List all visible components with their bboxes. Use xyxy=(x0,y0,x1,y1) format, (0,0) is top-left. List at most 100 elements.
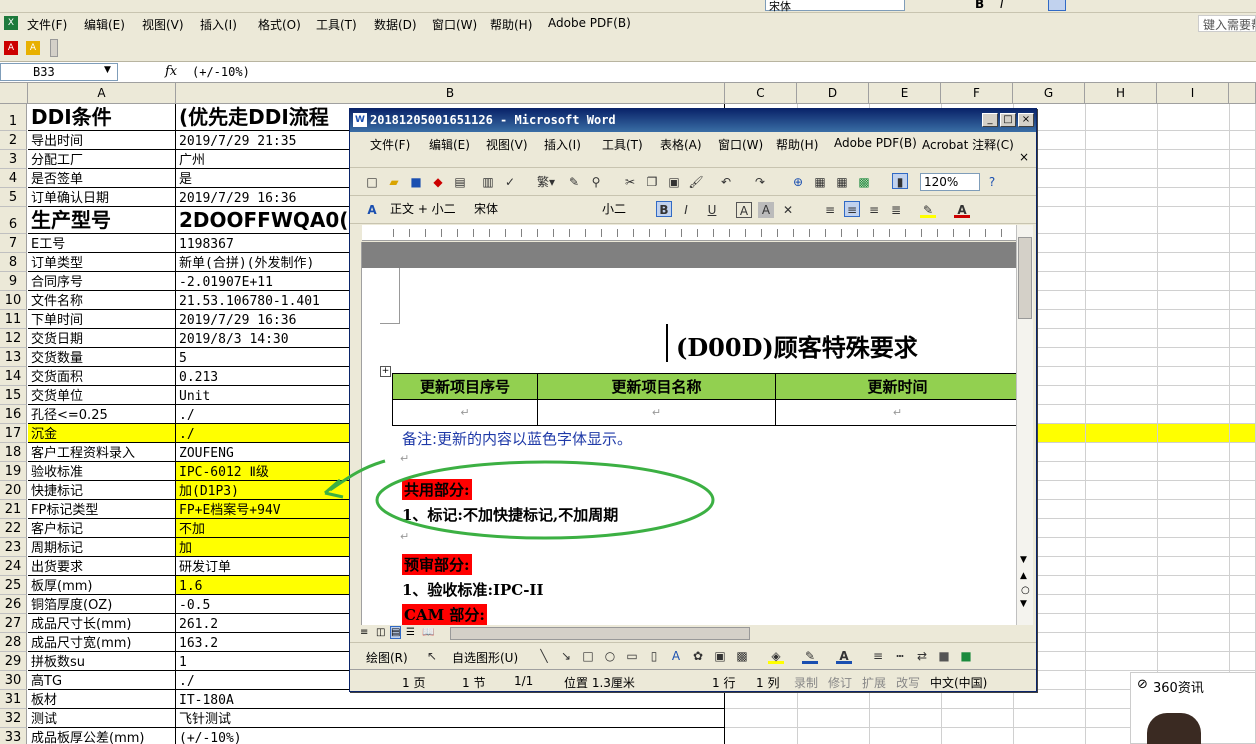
news-widget[interactable]: ⊘ 360资讯 xyxy=(1130,672,1256,744)
cell-a[interactable]: 导出时间 xyxy=(28,131,176,150)
vertical-scrollbar[interactable]: ▼ ▲ ○ ▼ xyxy=(1016,225,1033,625)
italic-icon[interactable]: I xyxy=(678,202,694,218)
status-overtype[interactable]: 改写 xyxy=(896,674,920,691)
print-view-icon[interactable]: ▤ xyxy=(390,626,402,639)
word-app-icon[interactable]: W xyxy=(353,113,367,127)
highlight-icon[interactable]: ✎ xyxy=(920,202,936,218)
toolbar-options-icon[interactable] xyxy=(50,39,58,57)
col-header-c[interactable]: C xyxy=(725,83,797,104)
menu-tools[interactable]: 工具(T) xyxy=(316,16,357,33)
spelling-icon[interactable]: ✓ xyxy=(502,174,518,190)
row-header[interactable]: 11 xyxy=(0,310,27,329)
menu-edit[interactable]: 编辑(E) xyxy=(84,16,125,33)
word-menu-tools[interactable]: 工具(T) xyxy=(602,136,643,153)
draw-menu[interactable]: 绘图(R) xyxy=(366,649,408,666)
cell-a[interactable]: 客户标记 xyxy=(28,519,176,538)
cell-a[interactable]: 板厚(mm) xyxy=(28,576,176,595)
paste-icon[interactable]: ▣ xyxy=(666,174,682,190)
prev-page-icon[interactable]: ▲ xyxy=(1020,571,1027,581)
document-map-icon[interactable]: ▮ xyxy=(892,173,908,189)
table-move-handle-icon[interactable]: + xyxy=(380,366,391,377)
row-header[interactable]: 31 xyxy=(0,690,27,709)
col-header-j[interactable] xyxy=(1229,83,1256,104)
cell-a[interactable]: 订单确认日期 xyxy=(28,188,176,207)
word-menu-edit[interactable]: 编辑(E) xyxy=(429,136,470,153)
row-header[interactable]: 5 xyxy=(0,188,27,207)
cell-b[interactable]: 飞针测试 xyxy=(176,709,725,728)
row-header[interactable]: 9 xyxy=(0,272,27,291)
justify-icon[interactable]: ≣ xyxy=(888,202,904,218)
row-header[interactable]: 13 xyxy=(0,348,27,367)
row-header[interactable]: 19 xyxy=(0,462,27,481)
col-header-d[interactable]: D xyxy=(797,83,869,104)
row-header[interactable]: 29 xyxy=(0,652,27,671)
row-header[interactable]: 7 xyxy=(0,234,27,253)
cell-a[interactable]: 合同序号 xyxy=(28,272,176,291)
word-menu-file[interactable]: 文件(F) xyxy=(370,136,410,153)
row-header[interactable]: 2 xyxy=(0,131,27,150)
draw-font-color-icon[interactable]: A xyxy=(836,648,852,664)
help-search-input[interactable]: 键入需要帮 xyxy=(1198,15,1256,32)
tables-borders-icon[interactable]: ▦ xyxy=(812,174,828,190)
select-objects-icon[interactable]: ↖ xyxy=(424,648,440,664)
char-border-icon[interactable]: A xyxy=(736,202,752,218)
cell-a[interactable]: 交货面积 xyxy=(28,367,176,386)
outline-view-icon[interactable]: ☰ xyxy=(406,627,415,638)
clipart-icon[interactable]: ▣ xyxy=(712,648,728,664)
menu-format[interactable]: 格式(O) xyxy=(258,16,301,33)
row-header[interactable]: 14 xyxy=(0,367,27,386)
pdf-convert-icon[interactable]: A xyxy=(4,41,18,55)
print-preview-icon[interactable]: ▥ xyxy=(480,174,496,190)
permission-icon[interactable]: ◆ xyxy=(430,174,446,190)
reading-view-icon[interactable]: 📖 xyxy=(422,627,434,638)
italic-icon[interactable]: I xyxy=(1000,0,1004,11)
row-header[interactable]: 24 xyxy=(0,557,27,576)
status-track[interactable]: 修订 xyxy=(828,674,852,691)
align-right-icon[interactable]: ≡ xyxy=(866,202,882,218)
cell-a[interactable]: 出货要求 xyxy=(28,557,176,576)
row-header[interactable]: 16 xyxy=(0,405,27,424)
row-header[interactable]: 26 xyxy=(0,595,27,614)
row-header[interactable]: 1 xyxy=(0,104,27,131)
cell-a[interactable]: 客户工程资料录入 xyxy=(28,443,176,462)
cell-a[interactable]: 订单类型 xyxy=(28,253,176,272)
line-color-icon[interactable]: ✎ xyxy=(802,648,818,664)
cell-a[interactable]: 沉金 xyxy=(28,424,176,443)
save-icon[interactable]: ■ xyxy=(408,174,424,190)
cell-a[interactable]: FP标记类型 xyxy=(28,500,176,519)
word-titlebar[interactable]: W 20181205001651126 - Microsoft Word _ □… xyxy=(350,109,1036,132)
font-select[interactable]: 宋体 xyxy=(470,200,594,218)
row-header[interactable]: 27 xyxy=(0,614,27,633)
next-page-icon[interactable]: ▼ xyxy=(1020,599,1027,609)
word-menu-insert[interactable]: 插入(I) xyxy=(544,136,581,153)
menu-file[interactable]: 文件(F) xyxy=(27,16,67,33)
fill-color-icon[interactable]: ◈ xyxy=(768,648,784,664)
col-header-i[interactable]: I xyxy=(1157,83,1229,104)
research-icon[interactable]: ⚲ xyxy=(588,174,604,190)
redo-icon[interactable]: ↷ xyxy=(752,174,768,190)
align-center-icon[interactable]: ≡ xyxy=(844,201,860,217)
word-menu-acrobat[interactable]: Acrobat 注释(C) xyxy=(922,136,1014,153)
cell-a[interactable]: 拼板数su xyxy=(28,652,176,671)
dash-style-icon[interactable]: ┅ xyxy=(892,648,908,664)
row-header[interactable]: 30 xyxy=(0,671,27,690)
row-header[interactable]: 18 xyxy=(0,443,27,462)
vertical-textbox-icon[interactable]: ▯ xyxy=(646,648,662,664)
word-menu-window[interactable]: 窗口(W) xyxy=(718,136,763,153)
shadow-icon[interactable]: ■ xyxy=(936,648,952,664)
browse-object-icon[interactable]: ○ xyxy=(1021,585,1030,596)
cell-a[interactable]: 是否签单 xyxy=(28,169,176,188)
status-extend[interactable]: 扩展 xyxy=(862,674,886,691)
3d-icon[interactable]: ■ xyxy=(958,648,974,664)
document-page[interactable]: (D00D)顾客特殊要求 + 更新项目序号 更新项目名称 更新时间 ↵ ↵ ↵ … xyxy=(362,242,1016,625)
cell-a[interactable]: 孔径<=0.25 xyxy=(28,405,176,424)
insert-table-icon[interactable]: ▦ xyxy=(834,174,850,190)
select-all-corner[interactable] xyxy=(0,83,28,104)
font-color-icon[interactable]: A xyxy=(954,202,970,218)
row-header[interactable]: 33 xyxy=(0,728,27,744)
cell-a[interactable]: 交货日期 xyxy=(28,329,176,348)
scroll-thumb[interactable] xyxy=(1018,237,1032,319)
cell-a[interactable]: DDI条件 xyxy=(28,104,176,131)
row-header[interactable]: 21 xyxy=(0,500,27,519)
row-header[interactable]: 25 xyxy=(0,576,27,595)
